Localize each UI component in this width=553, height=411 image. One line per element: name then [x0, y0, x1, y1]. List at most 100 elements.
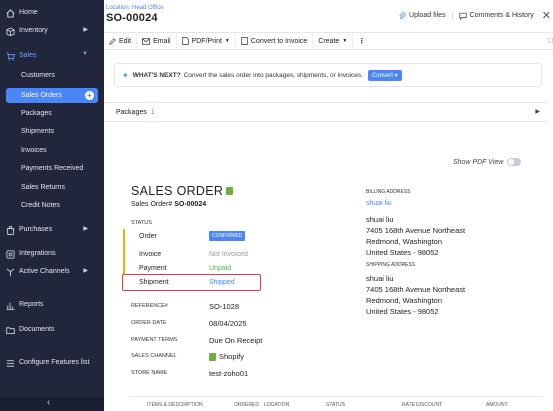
sidebar-item-label: Customers — [21, 72, 55, 79]
create-label: Create — [318, 37, 340, 45]
email-button[interactable]: Email — [137, 32, 177, 50]
sidebar-item-sales-returns[interactable]: Sales Returns — [0, 180, 104, 197]
shipping-name: shuai liu — [366, 274, 394, 283]
invoice-status-value: Not Invoiced — [209, 251, 248, 258]
sidebar-item-label: Home — [19, 9, 38, 16]
chat-icon[interactable]: □ — [548, 36, 553, 45]
toolbar: Edit Email PDF/Print ▼ Convert to Invoic… — [104, 32, 553, 50]
shopify-icon — [226, 187, 234, 195]
collapse-sidebar-button[interactable]: ‹ — [0, 397, 104, 411]
column-header: RATE — [402, 402, 415, 408]
edit-button[interactable]: Edit — [104, 32, 138, 50]
pdf-view-toggle[interactable]: Show PDF View — [453, 158, 522, 166]
sales-channel-label: SALES CHANNEL — [131, 353, 177, 359]
page-title: SO-00024 — [106, 12, 158, 24]
sidebar-item-configure-features[interactable]: Configure Features list — [0, 355, 104, 372]
header-actions: Upload files Comments & History ✕ — [398, 9, 553, 22]
whats-next-banner: ✦ WHAT'S NEXT? Convert the sales order i… — [114, 63, 542, 87]
sidebar-item-label: Inventory — [19, 27, 48, 34]
comments-history-label: Comments & History — [469, 12, 534, 19]
paperclip-icon — [399, 11, 406, 19]
shopify-icon — [209, 352, 216, 361]
sidebar-item-label: Integrations — [19, 250, 56, 257]
sales-order-value: SO-00024 — [174, 201, 207, 208]
sidebar-item-customers[interactable]: Customers — [0, 68, 104, 85]
packages-section[interactable]: Packages 1 ▶ — [104, 102, 548, 122]
chevron-right-icon: ▶ — [83, 268, 88, 274]
convert-to-invoice-button[interactable]: Convert to Invoice — [236, 32, 314, 50]
sales-order-label: Sales Order# — [131, 201, 173, 208]
sidebar-item-label: Sales — [19, 52, 37, 59]
close-icon[interactable]: ✕ — [542, 9, 551, 22]
chevron-down-icon: ▼ — [82, 51, 88, 57]
caret-down-icon: ▼ — [342, 38, 348, 44]
payment-status-label: Payment — [139, 265, 167, 272]
column-header: AMOUNT — [486, 402, 508, 408]
sidebar-item-payments-received[interactable]: Payments Received — [0, 161, 104, 178]
order-date-value: 08/04/2025 — [209, 319, 247, 328]
sidebar-item-invoices[interactable]: Invoices — [0, 143, 104, 160]
column-header: DISCOUNT — [416, 402, 443, 408]
payment-status-value: Unpaid — [209, 265, 232, 272]
status-indicator-bar — [123, 229, 125, 275]
sidebar-item-inventory[interactable]: Inventory ▶ — [0, 23, 104, 40]
sidebar-item-documents[interactable]: Documents — [0, 322, 104, 339]
main-panel: Location: Head Office SO-00024 Upload fi… — [104, 0, 553, 411]
box-icon — [6, 27, 15, 36]
divider — [451, 10, 453, 21]
sidebar-item-sales[interactable]: Sales ▼ — [0, 48, 104, 65]
sidebar-item-active-channels[interactable]: Active Channels ▶ — [0, 264, 104, 281]
home-icon — [6, 9, 15, 18]
invoice-status-label: Invoice — [139, 251, 162, 258]
sales-channel-value: Shopify — [209, 352, 244, 361]
order-date-label: ORDER DATE — [131, 320, 167, 326]
sales-order-number: Sales Order# SO-00024 — [131, 201, 206, 208]
billing-customer-link[interactable]: shuai liu — [366, 200, 392, 207]
column-header: ORDERED — [234, 402, 260, 408]
pdf-icon — [181, 37, 189, 45]
sidebar-item-sales-orders[interactable]: Sales Orders + — [6, 88, 98, 103]
comment-icon — [459, 12, 467, 20]
invoice-icon — [241, 37, 248, 45]
store-name-value: test-zoho01 — [209, 369, 249, 378]
sidebar-item-packages[interactable]: Packages — [0, 106, 104, 123]
sidebar-item-purchases[interactable]: Purchases ▶ — [0, 222, 104, 239]
shipping-address-heading: SHIPPING ADDRESS — [366, 262, 416, 268]
sidebar: Home Inventory ▶ Sales ▼ Customers Sales… — [0, 0, 104, 411]
toggle-switch[interactable] — [507, 158, 522, 166]
sidebar-item-label: Sales Orders — [21, 92, 62, 99]
whats-next-heading: WHAT'S NEXT? — [132, 71, 181, 79]
upload-files-button[interactable]: Upload files — [398, 11, 446, 20]
shipment-highlight-box — [122, 274, 261, 291]
sidebar-item-label: Reports — [19, 301, 44, 308]
sidebar-item-home[interactable]: Home — [0, 5, 104, 22]
sidebar-item-label: Sales Returns — [21, 184, 65, 191]
order-status-label: Order — [139, 233, 157, 240]
billing-line-1: 7405 168th Avenue Northeast — [366, 226, 466, 235]
more-vertical-icon: ⋮ — [358, 38, 366, 45]
location-label[interactable]: Location: Head Office — [106, 5, 164, 11]
billing-name: shuai liu — [366, 215, 394, 224]
sidebar-item-credit-notes[interactable]: Credit Notes — [0, 198, 104, 215]
add-icon[interactable]: + — [85, 91, 94, 100]
convert-label: Convert — [371, 72, 393, 79]
sidebar-item-shipments[interactable]: Shipments — [0, 124, 104, 141]
pdf-print-button[interactable]: PDF/Print ▼ — [177, 32, 236, 50]
reference-label: REFERENCE# — [131, 303, 168, 309]
sparkle-icon: ✦ — [122, 70, 129, 80]
comments-history-button[interactable]: Comments & History — [459, 12, 534, 20]
create-button[interactable]: Create ▼ — [313, 32, 354, 50]
shipping-line-3: United States - 98052 — [366, 307, 439, 316]
status-heading: STATUS — [131, 220, 152, 226]
reference-value: SO-1028 — [209, 302, 240, 311]
chevron-right-icon: ▶ — [83, 27, 88, 33]
more-options-button[interactable]: ⋮ — [353, 32, 370, 50]
order-status-badge: CONFIRMED — [209, 231, 246, 241]
sidebar-item-reports[interactable]: Reports — [0, 297, 104, 314]
sidebar-item-integrations[interactable]: Integrations — [0, 246, 104, 263]
convert-button[interactable]: Convert ▾ — [367, 69, 402, 81]
sidebar-item-label: Active Channels — [19, 268, 70, 275]
cart-icon — [6, 52, 15, 61]
column-header: LOCATION — [264, 402, 290, 408]
edit-label: Edit — [119, 37, 132, 45]
